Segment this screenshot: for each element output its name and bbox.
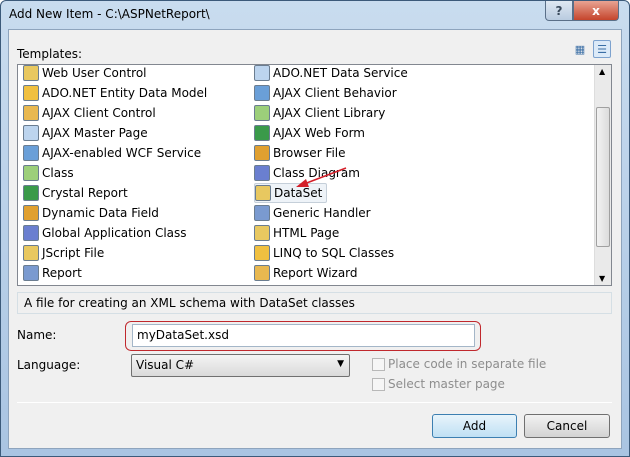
- template-label: AJAX Client Behavior: [273, 86, 397, 100]
- template-item[interactable]: HTML Page: [254, 223, 339, 243]
- template-label: Global Application Class: [42, 226, 187, 240]
- template-item[interactable]: AJAX Client Control: [23, 103, 156, 123]
- template-icon: [23, 65, 39, 81]
- large-icons-view-button[interactable]: ▦: [571, 40, 589, 58]
- template-label: Class: [42, 166, 74, 180]
- template-icon: [254, 125, 270, 141]
- scroll-up-arrow-icon[interactable]: ▲: [599, 67, 605, 76]
- add-button[interactable]: Add: [432, 414, 517, 438]
- template-label: AJAX Master Page: [42, 126, 148, 140]
- template-item[interactable]: AJAX Client Behavior: [254, 83, 397, 103]
- template-icon: [254, 225, 270, 241]
- template-item[interactable]: Generic Handler: [254, 203, 371, 223]
- language-label: Language:: [17, 358, 81, 372]
- template-icon: [254, 205, 270, 221]
- template-icon: [23, 165, 39, 181]
- template-label: Web User Control: [42, 66, 147, 80]
- template-label: ADO.NET Data Service: [273, 66, 408, 80]
- template-item[interactable]: Report: [23, 263, 82, 283]
- grid-icon: ▦: [574, 42, 586, 56]
- list-icon: ☰: [597, 42, 607, 56]
- cancel-button[interactable]: Cancel: [524, 414, 610, 438]
- template-icon: [23, 245, 39, 261]
- template-description: A file for creating an XML schema with D…: [17, 292, 612, 314]
- template-item[interactable]: ADO.NET Data Service: [254, 65, 408, 83]
- template-icon: [23, 185, 39, 201]
- master-page-label: Select master page: [388, 377, 505, 391]
- templates-label: Templates:: [17, 47, 83, 61]
- template-label: ADO.NET Entity Data Model: [42, 86, 208, 100]
- template-label: AJAX Client Control: [42, 106, 156, 120]
- help-button[interactable]: ?: [545, 1, 573, 21]
- template-item[interactable]: ADO.NET Entity Data Model: [23, 83, 207, 103]
- template-icon: [254, 245, 270, 261]
- template-item[interactable]: AJAX-enabled WCF Service: [23, 143, 201, 163]
- template-item[interactable]: AJAX Client Library: [254, 103, 385, 123]
- template-icon: [23, 145, 39, 161]
- template-icon: [23, 225, 39, 241]
- template-label: Report: [42, 266, 82, 280]
- template-label: JScript File: [42, 246, 105, 260]
- template-item[interactable]: Report Wizard: [254, 263, 358, 283]
- chevron-down-icon: ▼: [337, 359, 344, 369]
- name-input[interactable]: myDataSet.xsd: [132, 324, 475, 347]
- template-label: Browser File: [273, 146, 346, 160]
- template-label: Report Wizard: [273, 266, 358, 280]
- template-icon: [23, 105, 39, 121]
- scrollbar-thumb[interactable]: [596, 107, 610, 247]
- scroll-down-arrow-icon[interactable]: ▼: [599, 274, 605, 283]
- template-icon: [254, 85, 270, 101]
- divider: [17, 402, 612, 403]
- template-item[interactable]: AJAX Master Page: [23, 123, 148, 143]
- template-icon: [23, 205, 39, 221]
- language-select[interactable]: Visual C# ▼: [131, 354, 350, 377]
- language-value: Visual C#: [136, 358, 195, 372]
- template-icon: [23, 125, 39, 141]
- place-code-checkbox[interactable]: [372, 358, 385, 371]
- template-item[interactable]: JScript File: [23, 243, 104, 263]
- scrollbar[interactable]: ▲ ▼: [594, 65, 611, 285]
- annotation-arrow-icon: [296, 167, 347, 187]
- template-label: Crystal Report: [42, 186, 128, 200]
- template-item[interactable]: LINQ to SQL Classes: [254, 243, 394, 263]
- template-item[interactable]: Global Application Class: [23, 223, 187, 243]
- template-label: Dynamic Data Field: [42, 206, 159, 220]
- close-button[interactable]: x: [573, 1, 619, 21]
- place-code-label: Place code in separate file: [388, 357, 547, 371]
- list-view-button[interactable]: ☰: [593, 40, 611, 58]
- template-icon: [254, 65, 270, 81]
- template-item[interactable]: Crystal Report: [23, 183, 128, 203]
- dialog-title: Add New Item - C:\ASPNetReport\: [9, 7, 210, 21]
- template-label: HTML Page: [273, 226, 340, 240]
- template-icon: [255, 185, 271, 201]
- template-label: Generic Handler: [273, 206, 371, 220]
- template-label: AJAX-enabled WCF Service: [42, 146, 202, 160]
- template-item[interactable]: AJAX Web Form: [254, 123, 365, 143]
- template-item[interactable]: Dynamic Data Field: [23, 203, 159, 223]
- template-icon: [254, 105, 270, 121]
- name-label: Name:: [17, 328, 57, 342]
- template-label: AJAX Client Library: [273, 106, 386, 120]
- template-label: AJAX Web Form: [273, 126, 365, 140]
- template-icon: [254, 165, 270, 181]
- template-item[interactable]: Web User Control: [23, 65, 147, 83]
- template-icon: [23, 85, 39, 101]
- template-icon: [23, 265, 39, 281]
- master-page-checkbox[interactable]: [372, 378, 385, 391]
- template-item[interactable]: Class: [23, 163, 74, 183]
- template-icon: [254, 265, 270, 281]
- template-label: LINQ to SQL Classes: [273, 246, 395, 260]
- template-icon: [254, 145, 270, 161]
